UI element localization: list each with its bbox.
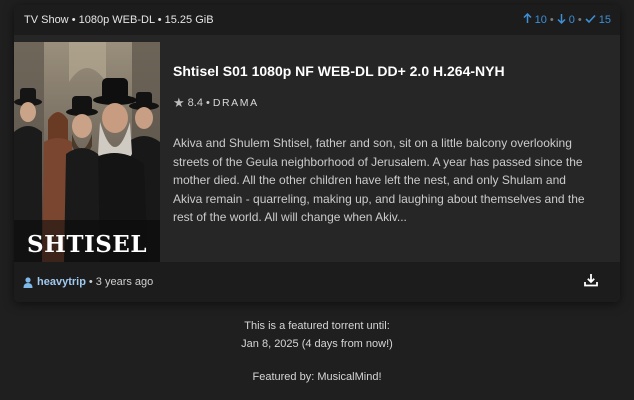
star-icon: ★ — [173, 95, 185, 110]
torrent-details: Shtisel S01 1080p NF WEB-DL DD+ 2.0 H.26… — [173, 42, 603, 262]
torrent-name[interactable]: Shtisel S01 1080p NF WEB-DL DD+ 2.0 H.26… — [173, 63, 505, 79]
file-size: 15.25 GiB — [164, 14, 214, 26]
uploader-info: heavytrip • 3 years ago — [23, 276, 153, 288]
torrent-description: Akiva and Shulem Shtisel, father and son… — [173, 136, 585, 224]
poster-title: SHTISEL — [27, 231, 147, 258]
completed-count: 15 — [598, 14, 611, 26]
featured-until-date: Jan 8, 2025 (4 days from now!) — [241, 338, 393, 350]
poster-image[interactable]: SHTISEL — [14, 42, 160, 262]
torrent-card[interactable]: TV Show • 1080p WEB-DL • 15.25 GiB 10 • … — [14, 5, 620, 302]
featured-notice: This is a featured torrent until: — [244, 320, 390, 332]
category: TV Show — [24, 14, 69, 26]
check-icon — [585, 14, 596, 27]
torrent-meta: TV Show • 1080p WEB-DL • 15.25 GiB — [24, 14, 214, 26]
seeders-count: 10 — [534, 14, 547, 26]
uploader-link[interactable]: heavytrip — [37, 276, 86, 288]
rating-row: ★ 8.4 • DRAMA — [173, 95, 259, 110]
download-button[interactable] — [584, 273, 598, 292]
torrent-stats: 10 • 0 • 15 — [523, 12, 611, 27]
download-icon — [584, 273, 598, 292]
arrow-down-icon — [557, 13, 566, 27]
user-icon — [23, 276, 33, 288]
rating-value: 8.4 — [187, 96, 203, 109]
card-header: TV Show • 1080p WEB-DL • 15.25 GiB 10 • … — [14, 5, 620, 35]
arrow-up-icon — [523, 12, 532, 27]
featured-by: Featured by: MusicalMind! — [252, 371, 382, 383]
source: WEB-DL — [112, 14, 155, 26]
genre-label: DRAMA — [212, 96, 259, 109]
upload-age: 3 years ago — [95, 276, 154, 288]
leechers-count: 0 — [568, 14, 575, 26]
resolution: 1080p — [78, 14, 110, 26]
card-footer: heavytrip • 3 years ago — [14, 262, 620, 302]
